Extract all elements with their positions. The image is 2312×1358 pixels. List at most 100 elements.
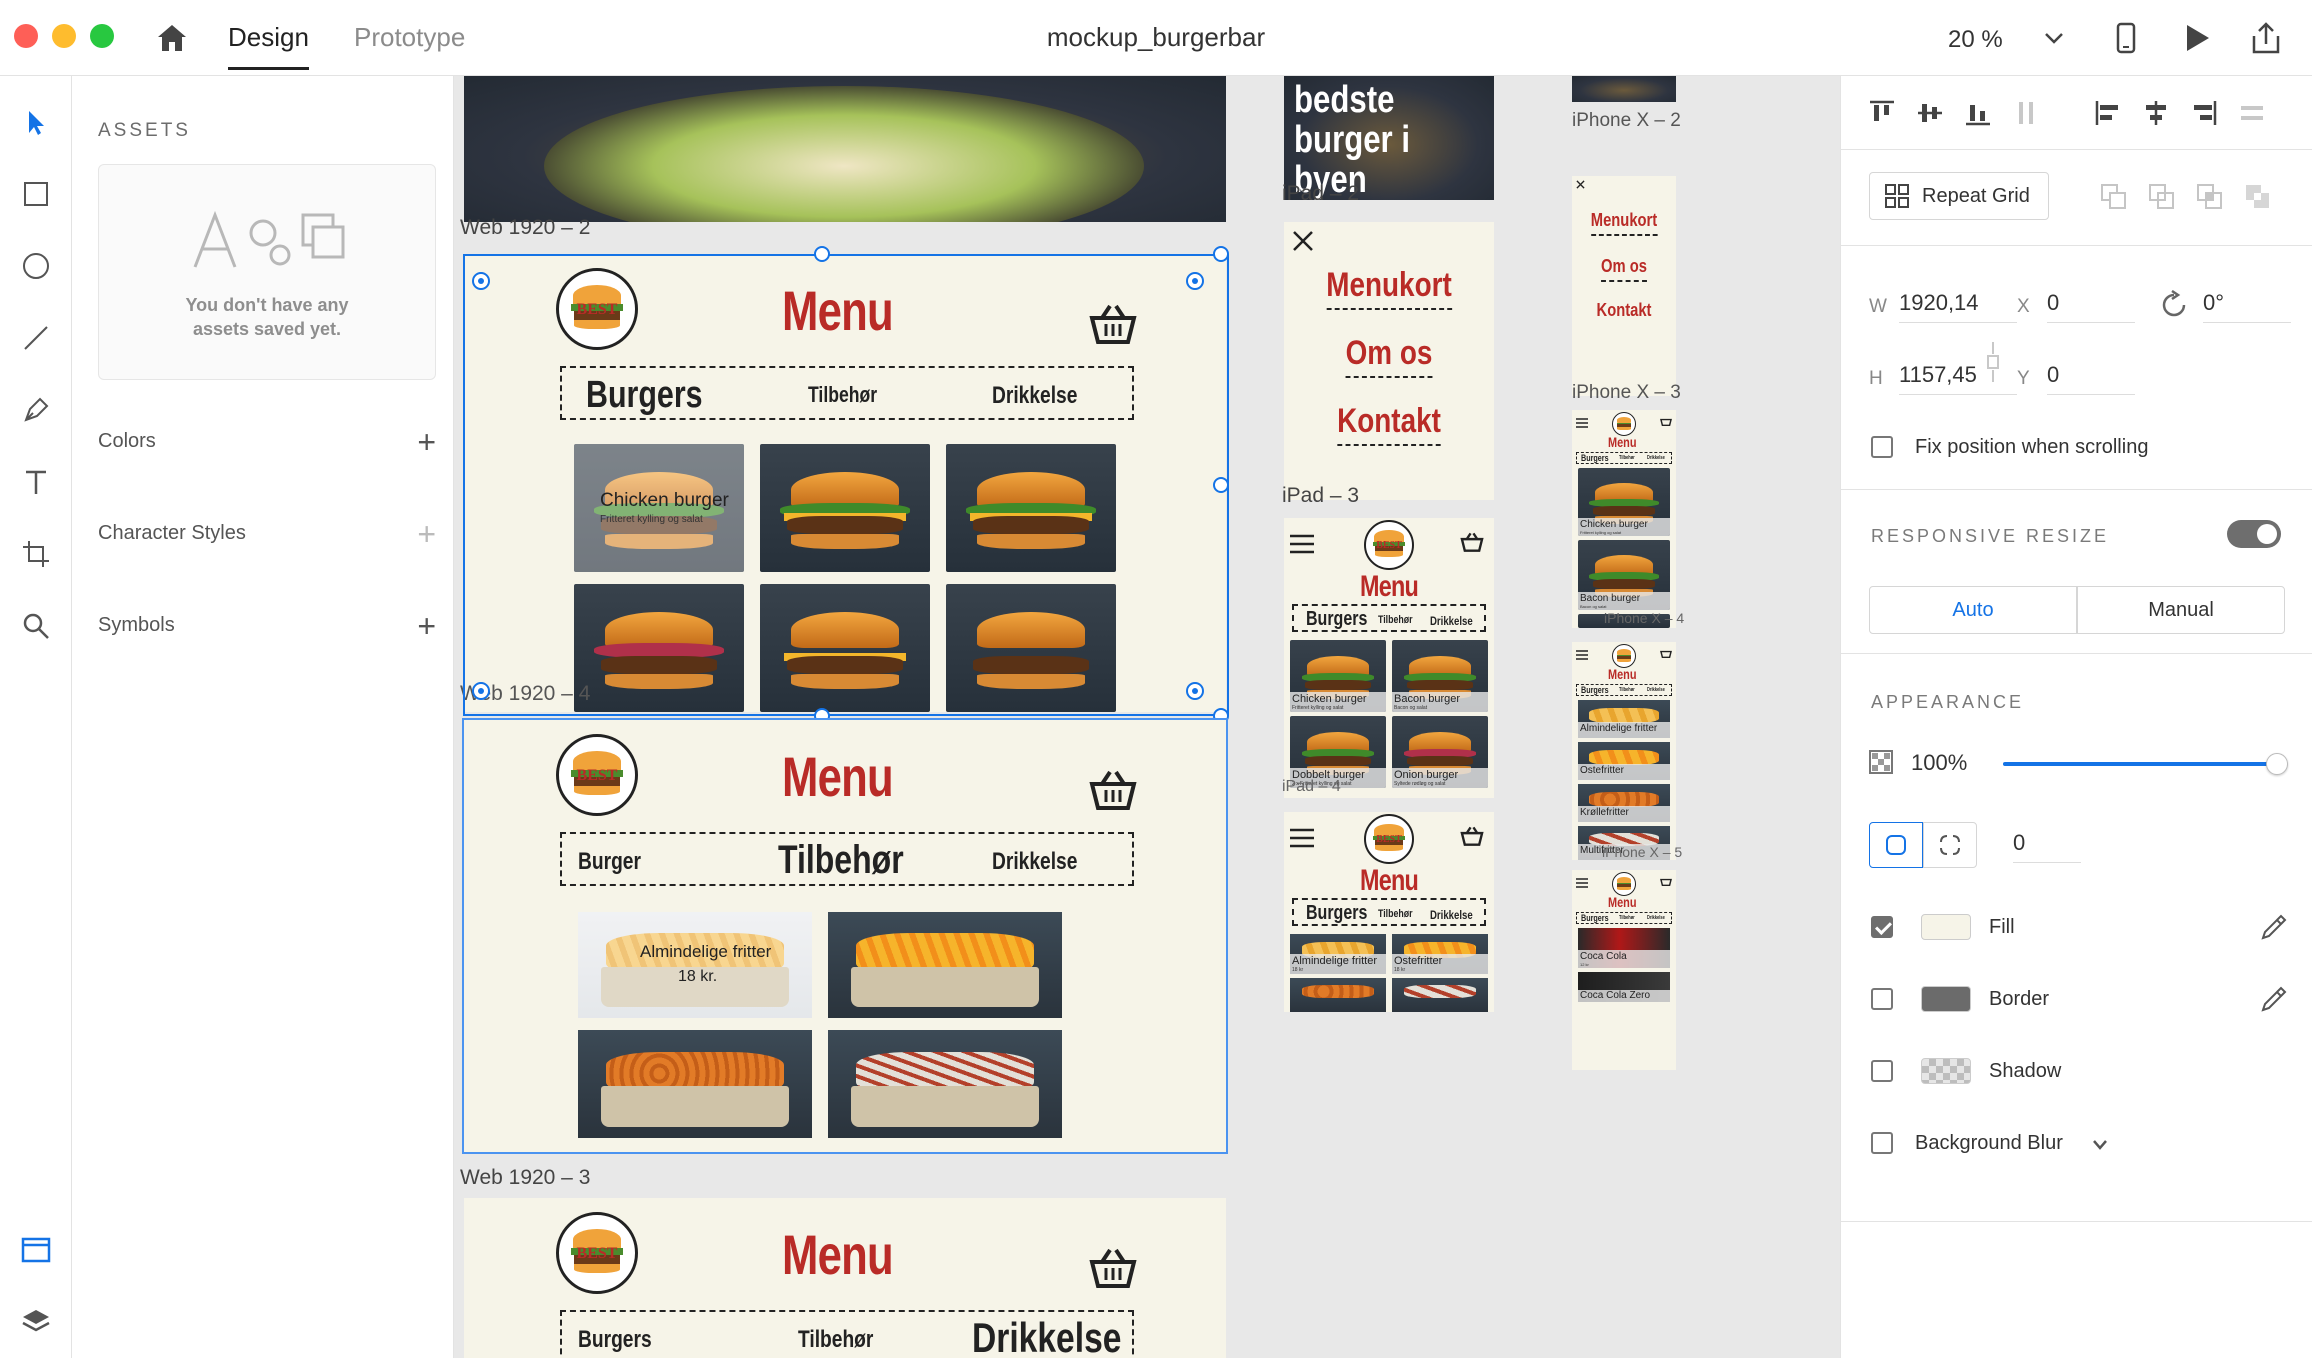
artboard-iphone-2[interactable]: Menukort Om os Kontakt <box>1572 176 1676 396</box>
hamburger-menu-icon[interactable] <box>1576 650 1588 660</box>
character-styles-section[interactable]: Character Styles + <box>98 518 436 550</box>
symbols-section[interactable]: Symbols + <box>98 610 436 642</box>
artboard-label-ipad-2[interactable]: iPad – 2 <box>1282 182 1359 206</box>
artboard-label-ipad-4[interactable]: iPad – 4 <box>1282 778 1341 796</box>
artboard-label-iphone-5[interactable]: iPhone X – 5 <box>1602 844 1682 860</box>
close-window-button[interactable] <box>14 24 38 48</box>
fix-position-checkbox[interactable] <box>1871 436 1893 458</box>
rotate-handle-top-left[interactable] <box>472 272 490 290</box>
tab-drikkelse[interactable]: Drikkelse <box>1647 915 1665 921</box>
basket-icon[interactable] <box>1460 532 1484 552</box>
krollefritter-card[interactable]: Krøllefritter <box>1578 784 1670 822</box>
bacon-burger-card[interactable]: Bacon burger Bacon og salat <box>1392 640 1488 712</box>
align-right-icon[interactable] <box>2189 98 2219 128</box>
nav-kontakt[interactable]: Kontakt <box>1303 402 1475 446</box>
auto-resize-button[interactable]: Auto <box>1869 586 2077 634</box>
resize-handle-top[interactable] <box>814 246 830 262</box>
line-tool[interactable] <box>12 314 60 362</box>
nav-om-os[interactable]: Om os <box>1581 256 1666 282</box>
nav-menukort[interactable]: Menukort <box>1581 210 1666 236</box>
multifritter-card[interactable] <box>828 1030 1062 1138</box>
artboard-ipad-4[interactable]: BEST Menu Burgers Tilbehør Drikkelse Alm… <box>1284 812 1494 1012</box>
close-icon[interactable] <box>1576 180 1585 189</box>
basket-icon[interactable] <box>1660 416 1672 426</box>
tab-drikkelse[interactable]: Drikkelse <box>992 382 1077 410</box>
ellipse-tool[interactable] <box>12 242 60 290</box>
onion-burger-card[interactable]: Onion burger Syltede rødløg og salat <box>1392 716 1488 788</box>
tab-burgers[interactable]: Burgers <box>586 374 703 417</box>
artboard-web-1920-2[interactable]: BEST Menu Burgers Tilbehør Drikkelse Chi… <box>464 256 1226 712</box>
exclude-overlap-icon[interactable] <box>2243 182 2273 212</box>
background-blur-checkbox[interactable] <box>1871 1132 1893 1154</box>
corner-radius-input[interactable]: 0 <box>2013 830 2081 863</box>
basket-icon[interactable] <box>1088 304 1138 344</box>
chevron-down-icon[interactable] <box>2042 28 2066 48</box>
onion-burger-card[interactable] <box>574 584 744 712</box>
align-bottom-icon[interactable] <box>1963 98 1993 128</box>
width-input[interactable]: 1920,14 <box>1899 290 2017 323</box>
tab-drikkelse[interactable]: Drikkelse <box>1647 687 1665 693</box>
y-input[interactable]: 0 <box>2047 362 2135 395</box>
align-center-icon[interactable] <box>2141 98 2171 128</box>
dobbelt-burger-card[interactable] <box>946 444 1116 572</box>
border-color-swatch[interactable] <box>1921 986 1971 1012</box>
nav-menukort[interactable]: Menukort <box>1303 266 1475 310</box>
artboard-label-web-3[interactable]: Web 1920 – 3 <box>460 1166 590 1190</box>
tab-burger[interactable]: Burger <box>578 848 641 876</box>
hamburger-menu-icon[interactable] <box>1290 828 1314 848</box>
artboard-iphone-1[interactable] <box>1572 76 1676 102</box>
chicken-burger-card[interactable]: Chicken burger Fritteret kylling og salat <box>1578 468 1670 536</box>
rotate-handle-top-right[interactable] <box>1186 272 1204 290</box>
x-input[interactable]: 0 <box>2047 290 2135 323</box>
chicken-burger-card[interactable]: Chicken burger Fritteret kylling og salat <box>1290 640 1386 712</box>
shadow-swatch[interactable] <box>1921 1058 1971 1084</box>
maximize-window-button[interactable] <box>90 24 114 48</box>
eyedropper-icon[interactable] <box>2259 912 2289 942</box>
artboard-iphone-5[interactable]: Menu Burgers Tilbehør Drikkelse Coca Col… <box>1572 870 1676 1070</box>
tab-burgers[interactable]: Burgers <box>1306 902 1367 925</box>
tab-tilbehor[interactable]: Tilbehør <box>798 1326 873 1354</box>
rotation-input[interactable]: 0° <box>2203 290 2291 323</box>
tab-drikkelse[interactable]: Drikkelse <box>1647 455 1665 461</box>
design-canvas[interactable]: Web 1920 – 2 BEST Menu Burgers Tilbehør … <box>454 76 1840 1358</box>
tab-tilbehor[interactable]: Tilbehør <box>1378 614 1413 626</box>
basket-icon[interactable] <box>1660 648 1672 658</box>
tab-design[interactable]: Design <box>228 22 309 70</box>
artboard-web-1920-4[interactable]: BEST Menu Burger Tilbehør Drikkelse Almi… <box>462 718 1228 1154</box>
artboard-iphone-3[interactable]: Menu Burgers Tilbehør Drikkelse Chicken … <box>1572 410 1676 628</box>
border-checkbox[interactable] <box>1871 988 1893 1010</box>
hamburger-menu-icon[interactable] <box>1290 534 1314 554</box>
distribute-horizontal-icon[interactable] <box>2237 98 2267 128</box>
add-character-style-button[interactable]: + <box>417 518 436 550</box>
align-middle-icon[interactable] <box>1915 98 1945 128</box>
almindelige-fritter-card[interactable]: Almindelige fritter 18 kr <box>1290 934 1386 974</box>
add-color-button[interactable]: + <box>417 426 436 458</box>
zoom-level[interactable]: 20 % <box>1948 26 2003 54</box>
krollefritter-card[interactable] <box>578 1030 812 1138</box>
artboard-web-1920-1-hero[interactable] <box>464 76 1226 222</box>
align-left-icon[interactable] <box>2093 98 2123 128</box>
bacon-burger-card[interactable]: Bacon burger Bacon og salat <box>1578 540 1670 610</box>
tab-prototype[interactable]: Prototype <box>354 22 465 53</box>
tab-tilbehor[interactable]: Tilbehør <box>1619 455 1635 461</box>
tab-burgers[interactable]: Burgers <box>1306 608 1367 631</box>
basket-icon[interactable] <box>1088 1248 1138 1288</box>
intersect-icon[interactable] <box>2195 182 2225 212</box>
height-input[interactable]: 1157,45 <box>1899 362 2017 395</box>
ostefritter-card[interactable] <box>828 912 1062 1018</box>
colors-section[interactable]: Colors + <box>98 426 436 458</box>
tab-drikkelse[interactable]: Drikkelse <box>1430 614 1473 628</box>
device-preview-icon[interactable] <box>2108 20 2144 56</box>
hamburger-menu-icon[interactable] <box>1576 418 1588 428</box>
subtract-icon[interactable] <box>2147 182 2177 212</box>
artboard-web-1920-3[interactable]: BEST Menu Burgers Tilbehør Drikkelse <box>464 1198 1226 1358</box>
nav-om-os[interactable]: Om os <box>1303 334 1475 378</box>
artboard-ipad-3[interactable]: BEST Menu Burgers Tilbehør Drikkelse Chi… <box>1284 518 1494 798</box>
almindelige-fritter-card[interactable]: Almindelige fritter <box>1578 700 1670 738</box>
artboard-label-ipad-3[interactable]: iPad – 3 <box>1282 484 1359 508</box>
text-tool[interactable] <box>12 458 60 506</box>
opacity-slider-handle[interactable] <box>2266 753 2288 775</box>
artboard-label-iphone-2[interactable]: iPhone X – 2 <box>1572 110 1681 132</box>
chicken-burger-card[interactable]: Chicken burger Fritteret kylling og sala… <box>574 444 744 572</box>
close-icon[interactable] <box>1292 230 1314 252</box>
